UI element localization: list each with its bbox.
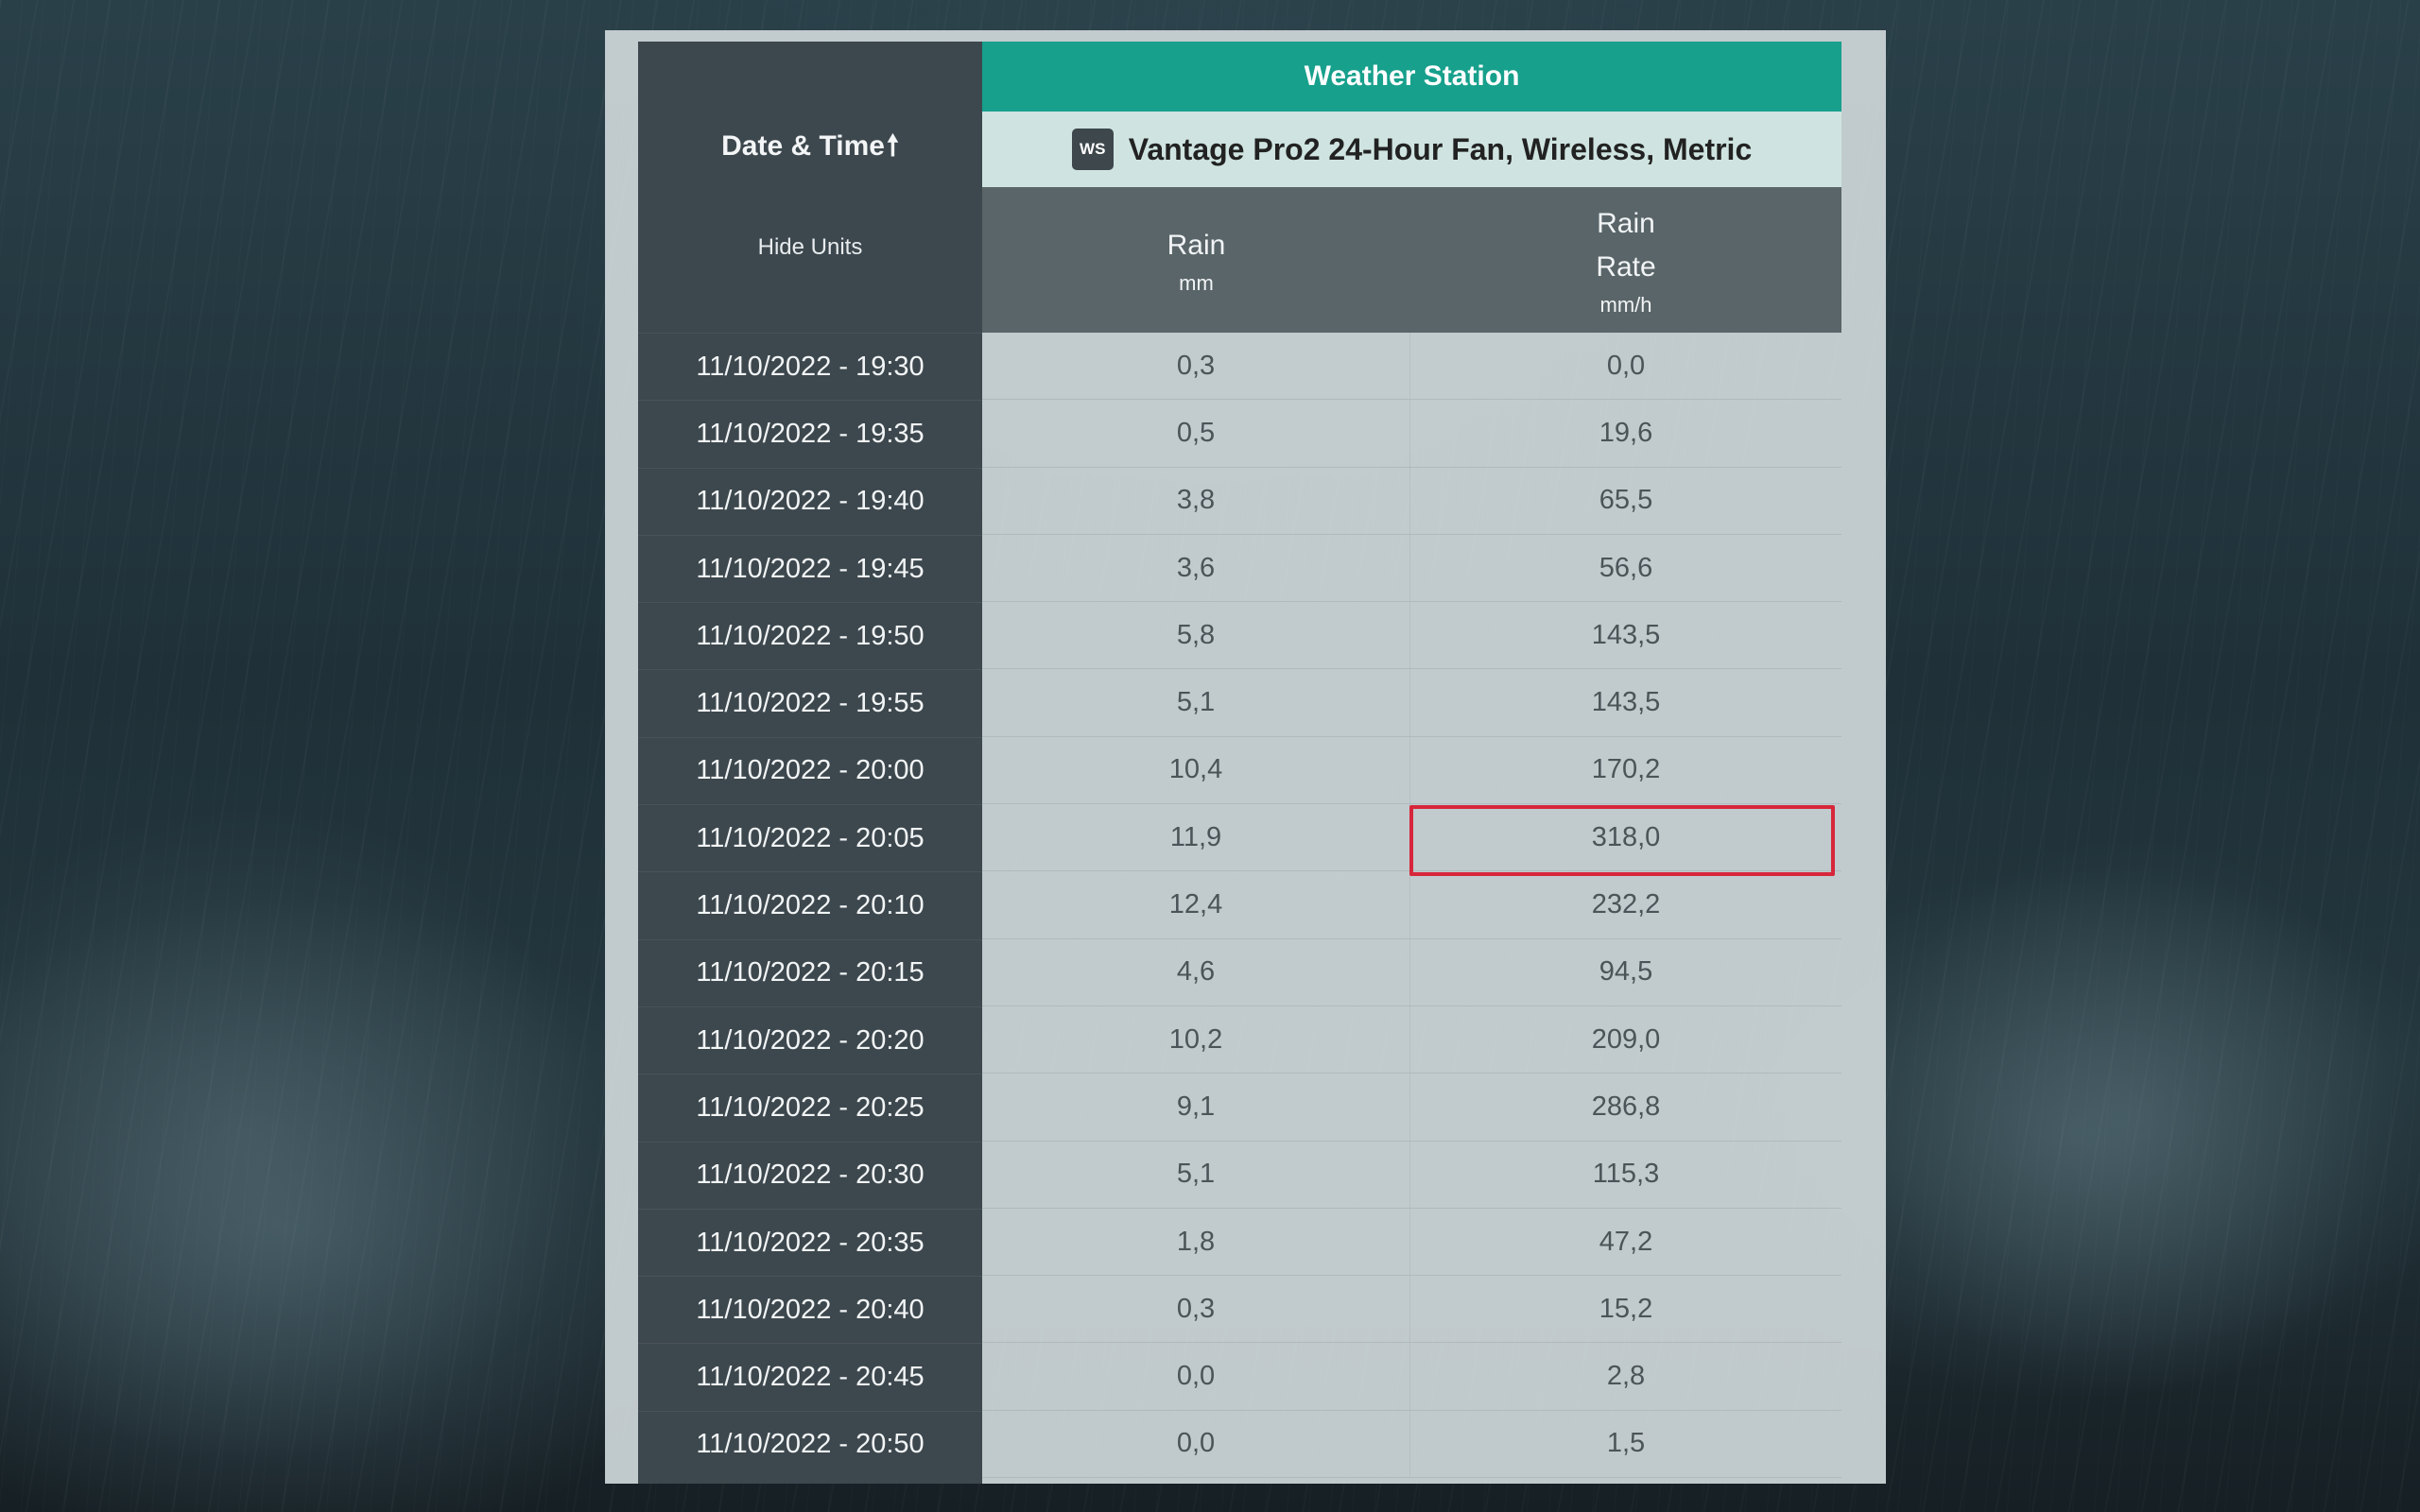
rain-rate-cell: 2,8 — [1410, 1343, 1841, 1411]
datetime-cell: 11/10/2022 - 19:40 — [638, 467, 982, 535]
rain-rate-cell: 94,5 — [1410, 939, 1841, 1006]
column-headers: Rain mm Rain Rate mm/h — [982, 187, 1841, 333]
arrow-up-icon: 🠕 — [886, 130, 899, 162]
table-row: 11/10/2022 - 20:30 5,1 115,3 — [605, 1141, 1886, 1209]
hide-units-link[interactable]: Hide Units — [638, 234, 982, 261]
datetime-cell: 11/10/2022 - 20:10 — [638, 871, 982, 938]
rain-cell: 5,1 — [982, 1141, 1410, 1209]
column-header-rain-unit: mm — [1179, 271, 1214, 295]
rain-cell: 4,6 — [982, 938, 1410, 1006]
table-row: 11/10/2022 - 20:20 10,2 209,0 — [605, 1005, 1886, 1074]
datetime-cell: 11/10/2022 - 20:50 — [638, 1410, 982, 1478]
rain-rate-cell: 232,2 — [1410, 871, 1841, 939]
datetime-cell: 11/10/2022 - 20:20 — [638, 1005, 982, 1074]
rain-cell: 10,4 — [982, 736, 1410, 805]
datetime-cell: 11/10/2022 - 20:00 — [638, 736, 982, 804]
rain-cell: 1,8 — [982, 1208, 1410, 1277]
datetime-cell: 11/10/2022 - 20:45 — [638, 1343, 982, 1410]
background-splash-left — [0, 662, 605, 1512]
rain-rate-cell: 65,5 — [1410, 468, 1841, 535]
rain-cell: 3,6 — [982, 534, 1410, 603]
table-row: 11/10/2022 - 20:25 9,1 286,8 — [605, 1074, 1886, 1142]
column-header-rain-rate-name-2: Rate — [1596, 251, 1656, 283]
table-row: 11/10/2022 - 20:45 0,0 2,8 — [605, 1343, 1886, 1411]
device-name: Vantage Pro2 24-Hour Fan, Wireless, Metr… — [1128, 131, 1753, 166]
datetime-cell: 11/10/2022 - 19:45 — [638, 534, 982, 602]
rain-rate-cell: 47,2 — [1410, 1209, 1841, 1277]
table-row: 11/10/2022 - 19:30 0,3 0,0 — [605, 333, 1886, 401]
rain-cell: 11,9 — [982, 804, 1410, 872]
datetime-cell: 11/10/2022 - 20:05 — [638, 804, 982, 871]
rain-rate-cell: 115,3 — [1410, 1142, 1841, 1209]
datetime-cell: 11/10/2022 - 20:25 — [638, 1074, 982, 1141]
rain-cell: 9,1 — [982, 1074, 1410, 1142]
rain-rate-cell: 1,5 — [1410, 1411, 1841, 1479]
datetime-cell: 11/10/2022 - 20:35 — [638, 1208, 982, 1276]
weather-station-header: Weather Station — [982, 42, 1841, 112]
rain-cell: 0,0 — [982, 1343, 1410, 1411]
rain-cell: 12,4 — [982, 871, 1410, 939]
datetime-cell: 11/10/2022 - 19:55 — [638, 669, 982, 736]
table-row: 11/10/2022 - 19:55 5,1 143,5 — [605, 669, 1886, 737]
column-header-rain[interactable]: Rain mm — [982, 187, 1410, 333]
weather-data-table: Date & Time🠕 Hide Units Weather Station … — [605, 30, 1886, 1484]
table-row: 11/10/2022 - 20:10 12,4 232,2 — [605, 871, 1886, 939]
rain-rate-cell: 19,6 — [1410, 400, 1841, 468]
datetime-cell: 11/10/2022 - 20:15 — [638, 938, 982, 1006]
table-row: 11/10/2022 - 19:45 3,6 56,6 — [605, 534, 1886, 603]
table-row: 11/10/2022 - 20:40 0,3 15,2 — [605, 1276, 1886, 1344]
rain-cell: 0,5 — [982, 400, 1410, 468]
table-row: 11/10/2022 - 19:50 5,8 143,5 — [605, 602, 1886, 670]
table-row: 11/10/2022 - 20:50 0,0 1,5 — [605, 1410, 1886, 1479]
date-time-header-label: Date & Time — [721, 130, 885, 162]
date-time-header[interactable]: Date & Time🠕 — [638, 125, 982, 173]
device-header: WS Vantage Pro2 24-Hour Fan, Wireless, M… — [982, 112, 1841, 187]
rain-rate-cell: 143,5 — [1410, 669, 1841, 737]
table-row: 11/10/2022 - 19:35 0,5 19,6 — [605, 400, 1886, 468]
column-header-rain-name: Rain — [1167, 230, 1226, 261]
datetime-cell: 11/10/2022 - 19:30 — [638, 333, 982, 400]
rain-rate-cell: 318,0 — [1410, 804, 1841, 872]
column-header-rain-rate-unit: mm/h — [1599, 293, 1652, 317]
rain-rate-cell: 286,8 — [1410, 1074, 1841, 1142]
datetime-cell: 11/10/2022 - 20:30 — [638, 1141, 982, 1209]
rain-rate-cell: 170,2 — [1410, 737, 1841, 805]
table-row: 11/10/2022 - 19:40 3,8 65,5 — [605, 467, 1886, 535]
rain-cell: 5,1 — [982, 669, 1410, 737]
table-row: 11/10/2022 - 20:35 1,8 47,2 — [605, 1208, 1886, 1277]
column-header-rain-rate[interactable]: Rain Rate mm/h — [1410, 187, 1841, 333]
table-row: 11/10/2022 - 20:00 10,4 170,2 — [605, 736, 1886, 805]
ws-badge-icon: WS — [1071, 129, 1114, 170]
rain-cell: 3,8 — [982, 467, 1410, 535]
table-body: 11/10/2022 - 19:30 0,3 0,0 11/10/2022 - 19:… — [605, 333, 1886, 1479]
rain-rate-cell: 15,2 — [1410, 1276, 1841, 1344]
rain-rate-cell: 143,5 — [1410, 602, 1841, 670]
rain-cell: 0,3 — [982, 1276, 1410, 1344]
rain-rate-cell: 56,6 — [1410, 535, 1841, 603]
rain-cell: 5,8 — [982, 602, 1410, 670]
rain-cell: 10,2 — [982, 1005, 1410, 1074]
datetime-cell: 11/10/2022 - 19:35 — [638, 400, 982, 467]
column-header-rain-rate-name-1: Rain — [1597, 208, 1655, 239]
rain-cell: 0,0 — [982, 1410, 1410, 1479]
datetime-cell: 11/10/2022 - 19:50 — [638, 602, 982, 669]
rain-cell: 0,3 — [982, 333, 1410, 401]
rain-rate-cell: 0,0 — [1410, 333, 1841, 401]
table-row: 11/10/2022 - 20:15 4,6 94,5 — [605, 938, 1886, 1006]
rain-rate-cell: 209,0 — [1410, 1006, 1841, 1074]
table-row: 11/10/2022 - 20:05 11,9 318,0 — [605, 804, 1886, 872]
background-splash-right — [1886, 756, 2420, 1512]
datetime-cell: 11/10/2022 - 20:40 — [638, 1276, 982, 1343]
